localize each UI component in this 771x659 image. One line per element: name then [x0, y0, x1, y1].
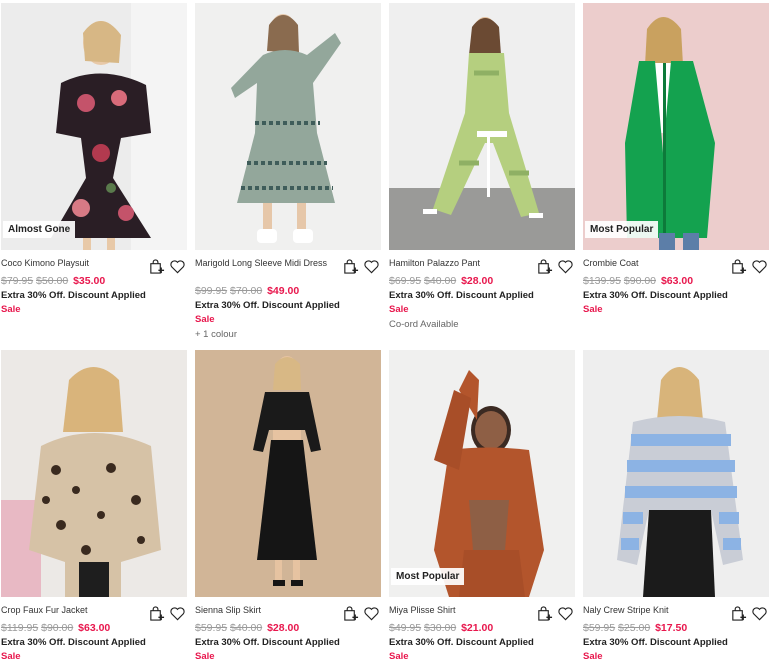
was-price: $70.00 [230, 285, 263, 297]
heart-icon[interactable] [751, 258, 768, 275]
was-price: $59.95 [195, 622, 228, 634]
add-to-bag-icon[interactable] [536, 605, 553, 622]
promo-text: Extra 30% Off. Discount Applied [583, 290, 728, 301]
product-card[interactable]: Sienna Slip Skirt $59.95 $40.00 $28.00 E… [195, 350, 381, 659]
product-image[interactable] [389, 3, 575, 250]
heart-icon[interactable] [363, 605, 380, 622]
price-row: $59.95 $25.00 $17.50 [583, 621, 769, 635]
product-card[interactable]: Most Popular Miya Plisse Shirt $49.95 $3… [389, 350, 575, 659]
promo-text: Extra 30% Off. Discount Applied [1, 290, 146, 301]
product-card[interactable]: Crop Faux Fur Jacket $119.95 $90.00 $63.… [1, 350, 187, 659]
sale-price: $35.00 [73, 275, 106, 287]
heart-icon[interactable] [363, 258, 380, 275]
sale-price: $28.00 [267, 622, 300, 634]
price-row: $139.95 $90.00 $63.00 [583, 274, 769, 288]
was-price: $90.00 [623, 275, 657, 287]
promo-text: Extra 30% Off. Discount Applied [195, 637, 340, 648]
price-row: $49.95 $30.00 $21.00 [389, 621, 575, 635]
sale-label: Sale [389, 651, 409, 659]
sale-label: Sale [583, 651, 603, 659]
price-row: $59.95 $40.00 $28.00 [195, 621, 381, 635]
price-row: $119.95 $90.00 $63.00 [1, 621, 187, 635]
product-image[interactable] [195, 350, 381, 597]
product-image[interactable] [195, 3, 381, 250]
add-to-bag-icon[interactable] [148, 258, 165, 275]
heart-icon[interactable] [751, 605, 768, 622]
was-price: $49.95 [389, 622, 422, 634]
heart-icon[interactable] [557, 605, 574, 622]
heart-icon[interactable] [557, 258, 574, 275]
was-price: $139.95 [583, 275, 621, 287]
price-row: $99.95 $70.00 $49.00 [195, 284, 381, 298]
product-card[interactable]: Naly Crew Stripe Knit $59.95 $25.00 $17.… [583, 350, 769, 659]
sale-label: Sale [195, 651, 215, 659]
sale-price: $49.00 [267, 285, 300, 297]
was-price: $59.95 [583, 622, 616, 634]
product-image[interactable] [1, 350, 187, 597]
product-badge: Almost Gone [3, 221, 76, 238]
heart-icon[interactable] [169, 258, 186, 275]
product-image[interactable]: Most Popular [389, 350, 575, 597]
was-price: $79.95 [1, 275, 34, 287]
product-badge: Most Popular [585, 221, 659, 238]
was-price: $40.00 [230, 622, 263, 634]
sale-price: $17.50 [655, 622, 688, 634]
product-card[interactable]: Most Popular Crombie Coat $139.95 $90.00… [583, 3, 769, 316]
add-to-bag-icon[interactable] [342, 258, 359, 275]
product-image[interactable]: Most Popular [583, 3, 769, 250]
add-to-bag-icon[interactable] [148, 605, 165, 622]
add-to-bag-icon[interactable] [536, 258, 553, 275]
was-price: $90.00 [41, 622, 74, 634]
was-price: $25.00 [618, 622, 651, 634]
promo-text: Extra 30% Off. Discount Applied [583, 637, 728, 648]
product-card[interactable]: Hamilton Palazzo Pant $69.95 $40.00 $28.… [389, 3, 575, 331]
price-row: $69.95 $40.00 $28.00 [389, 274, 575, 288]
promo-text: Extra 30% Off. Discount Applied [389, 637, 534, 648]
promo-text: Extra 30% Off. Discount Applied [1, 637, 146, 648]
sale-label: Sale [195, 314, 215, 325]
price-row: $79.95 $50.00 $35.00 [1, 274, 187, 288]
sale-label: Sale [1, 651, 21, 659]
heart-icon[interactable] [169, 605, 186, 622]
add-to-bag-icon[interactable] [342, 605, 359, 622]
sale-price: $21.00 [461, 622, 494, 634]
product-badge: Most Popular [391, 568, 465, 585]
coord-note[interactable]: Co-ord Available [389, 318, 575, 331]
sale-label: Sale [583, 304, 603, 315]
add-to-bag-icon[interactable] [730, 605, 747, 622]
colour-count[interactable]: + 1 colour [195, 328, 381, 341]
promo-text: Extra 30% Off. Discount Applied [195, 300, 340, 311]
was-price: $119.95 [1, 622, 39, 634]
sale-price: $63.00 [660, 275, 694, 287]
product-image[interactable]: Almost Gone [1, 3, 187, 250]
product-card[interactable]: Almost Gone Coco Kimono Playsuit $79.95 … [1, 3, 187, 316]
was-price: $99.95 [195, 285, 228, 297]
product-image[interactable] [583, 350, 769, 597]
product-card[interactable]: Marigold Long Sleeve Midi Dress $99.95 $… [195, 3, 381, 341]
add-to-bag-icon[interactable] [730, 258, 747, 275]
sale-price: $28.00 [461, 275, 494, 287]
promo-text: Extra 30% Off. Discount Applied [389, 290, 534, 301]
sale-label: Sale [389, 304, 409, 315]
sale-price: $63.00 [78, 622, 111, 634]
sale-label: Sale [1, 304, 21, 315]
was-price: $69.95 [389, 275, 422, 287]
was-price: $40.00 [424, 275, 457, 287]
was-price: $50.00 [36, 275, 69, 287]
was-price: $30.00 [424, 622, 457, 634]
